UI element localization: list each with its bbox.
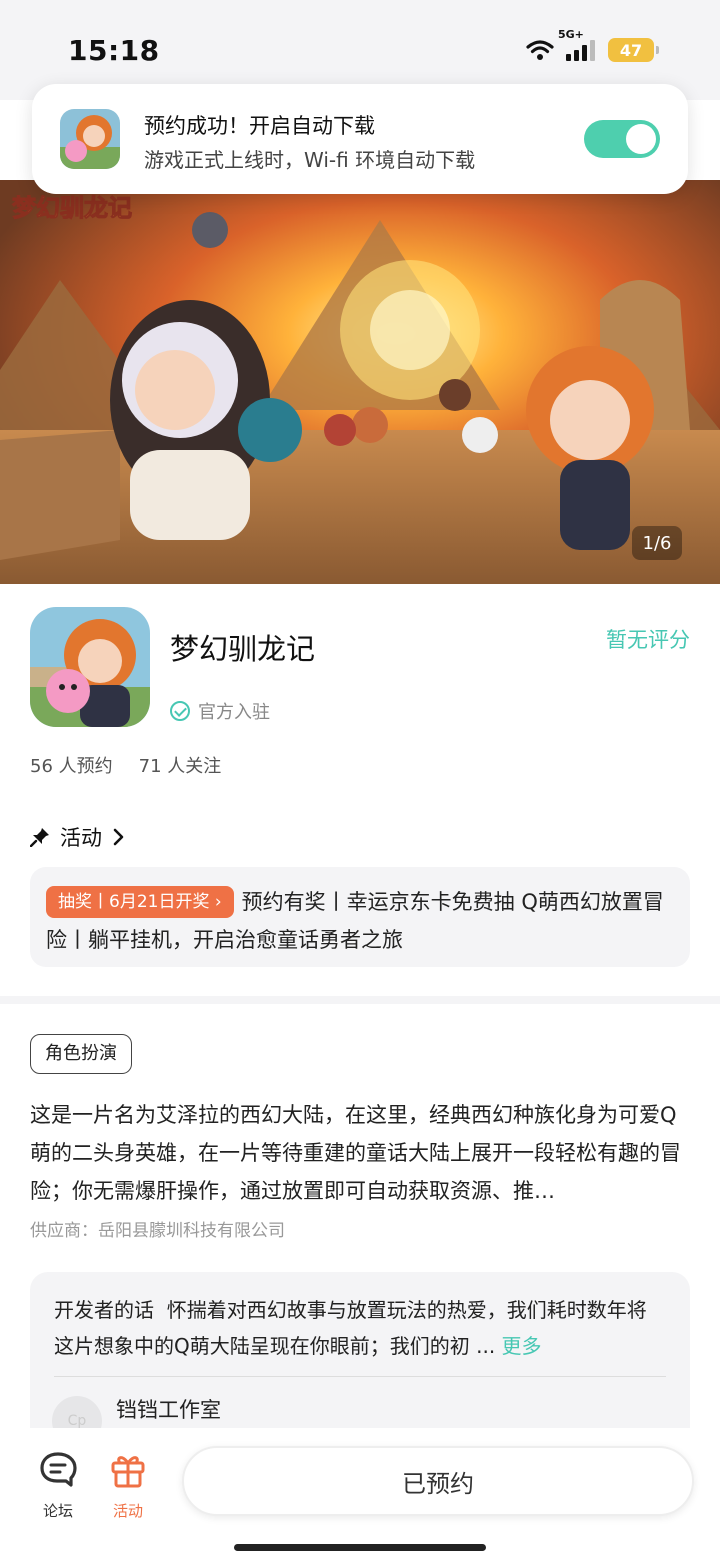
hero-logo-text: 梦幻驯龙记 [12, 194, 132, 222]
notice-title: 预约成功！开启自动下载 [144, 114, 375, 138]
battery-level: 47 [619, 40, 643, 60]
app-icon [30, 607, 150, 727]
developer-note: 开发者的话 怀揣着对西幻故事与放置玩法的热爱，我们耗时数年将这片想象中的Q萌大陆… [54, 1292, 666, 1364]
status-time: 15:18 [68, 34, 160, 67]
supplier-info: 供应商：岳阳县朦圳科技有限公司 [30, 1221, 285, 1241]
nav-forum[interactable]: 论坛 [28, 1450, 88, 1521]
activity-card[interactable]: 抽奖丨6月21日开奖 › 预约有奖丨幸运京东卡免费抽 Q萌西幻放置冒险丨躺平挂机，… [30, 867, 690, 967]
chevron-right-icon [113, 828, 124, 846]
verified-badge: 官方入驻 [170, 698, 270, 724]
activity-heading: 活动 [60, 826, 102, 850]
notice-app-icon [60, 109, 120, 169]
developer-note-card[interactable]: 开发者的话 怀揣着对西幻故事与放置玩法的热爱，我们耗时数年将这片想象中的Q萌大陆… [30, 1272, 690, 1452]
developer-note-label: 开发者的话 [54, 1298, 154, 1322]
follower-count: 71 人关注 [138, 756, 222, 777]
hero-banner[interactable]: 梦幻驯龙记 1/6 [0, 180, 720, 584]
reservation-success-card: 预约成功！开启自动下载 游戏正式上线时，Wi-fi 环境自动下载 [32, 84, 688, 194]
app-stats: 56 人预约 71 人关注 [30, 752, 221, 778]
forum-chat-icon [40, 1452, 77, 1487]
nav-forum-label: 论坛 [42, 1502, 73, 1520]
hero-artwork: 梦幻驯龙记 [0, 180, 720, 584]
verified-label: 官方入驻 [198, 702, 270, 723]
app-title: 梦幻驯龙记 [170, 632, 316, 666]
signal-icon: 5G+ [558, 28, 598, 62]
home-indicator[interactable] [234, 1544, 486, 1551]
card-divider [54, 1376, 666, 1377]
battery-icon: 47 [608, 38, 659, 62]
status-icons: 5G+ 47 [526, 28, 659, 64]
lottery-tag: 抽奖丨6月21日开奖 › [46, 886, 234, 918]
more-link[interactable]: 更多 [502, 1334, 542, 1358]
reserved-button[interactable]: 已预约 [182, 1446, 694, 1516]
rating-label: 暂无评分 [606, 628, 690, 652]
network-type: 5G+ [558, 28, 584, 41]
section-divider [0, 996, 720, 1004]
wifi-icon [526, 40, 554, 60]
genre-tag[interactable]: 角色扮演 [30, 1034, 132, 1074]
activity-section-link[interactable]: 活动 [30, 822, 126, 852]
check-circle-icon [170, 701, 190, 721]
bottom-action-bar: 论坛 活动 已预约 [0, 1428, 720, 1563]
studio-name[interactable]: 铛铛工作室 [116, 1394, 221, 1424]
pin-icon [30, 828, 49, 847]
game-description[interactable]: 这是一片名为艾泽拉的西幻大陆，在这里，经典西幻种族化身为可爱Q萌的二头身英雄，在… [30, 1096, 690, 1210]
auto-download-toggle[interactable] [584, 120, 660, 158]
image-counter: 1/6 [632, 526, 682, 560]
nav-activity[interactable]: 活动 [98, 1450, 158, 1521]
notice-subtitle: 游戏正式上线时，Wi-fi 环境自动下载 [144, 148, 476, 172]
gift-icon [111, 1456, 145, 1488]
lottery-tag-label: 抽奖丨6月21日开奖 [58, 892, 210, 912]
reservation-count: 56 人预约 [30, 756, 113, 777]
nav-activity-label: 活动 [112, 1502, 143, 1520]
toggle-knob [626, 124, 656, 154]
